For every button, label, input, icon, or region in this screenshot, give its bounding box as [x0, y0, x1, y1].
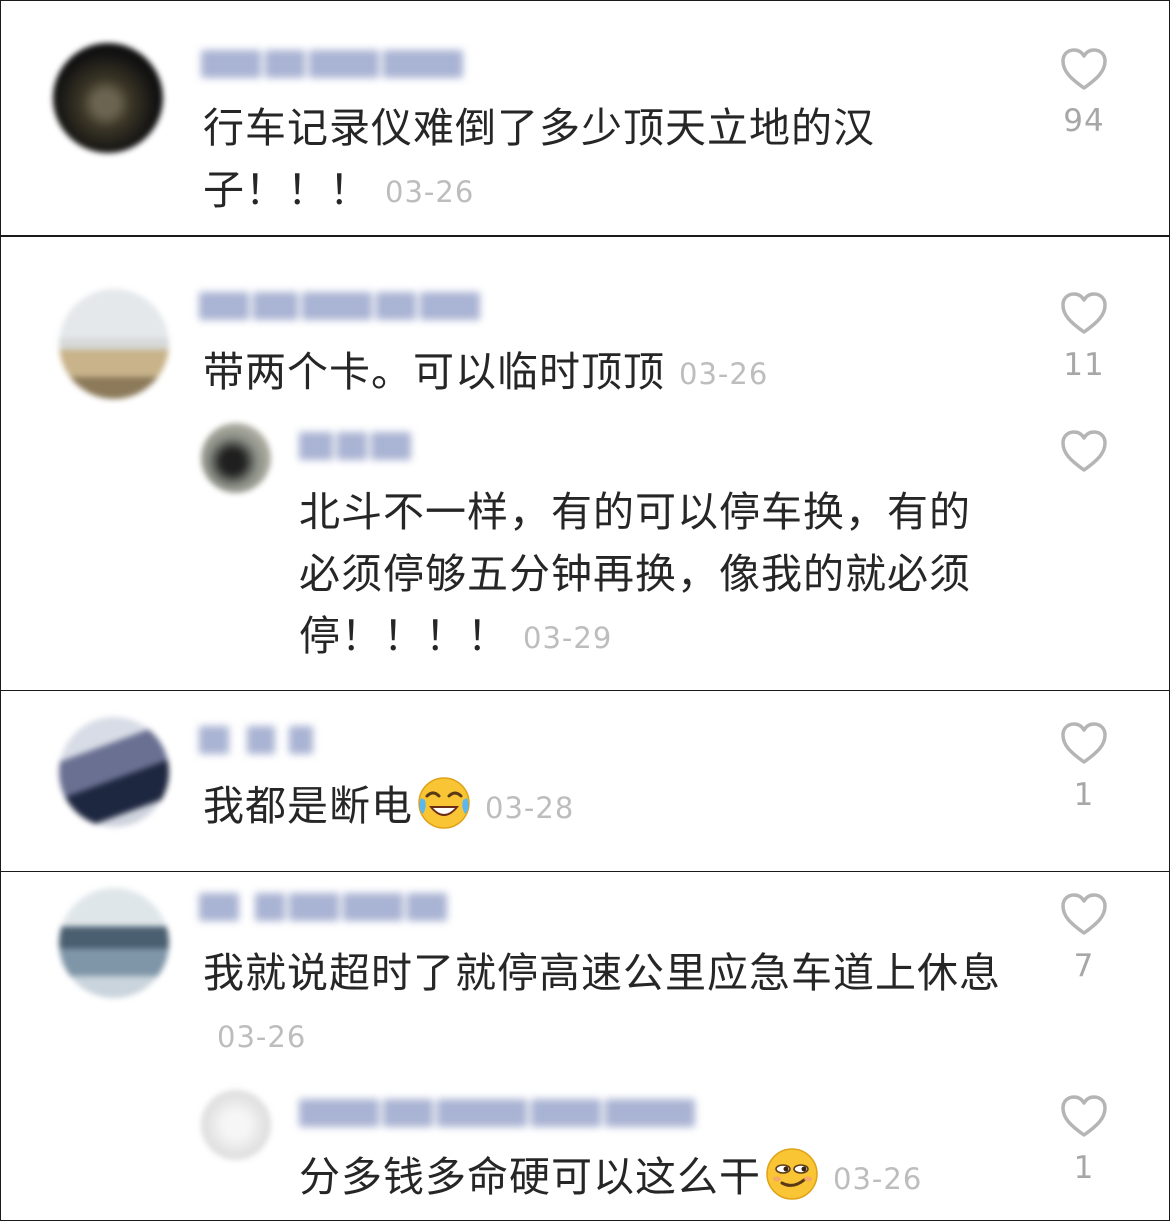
comment-card: 行车记录仪难倒了多少顶天立地的汉子！！！ 03-26 94 — [0, 0, 1170, 236]
like-button[interactable]: 7 — [1054, 892, 1114, 984]
comment-date: 03-26 — [385, 175, 475, 209]
username-blurred[interactable] — [299, 1094, 703, 1132]
avatar[interactable] — [53, 43, 163, 153]
comment-text-block: 我都是断电 03-28 — [203, 775, 983, 839]
comment-date: 03-28 — [485, 791, 575, 825]
username-blurred[interactable] — [199, 888, 461, 926]
reply-date: 03-26 — [833, 1162, 923, 1196]
heart-icon — [1061, 1095, 1107, 1137]
heart-icon — [1061, 893, 1107, 935]
comment-text: 行车记录仪难倒了多少顶天立地的汉子！！！ — [203, 104, 875, 214]
comment-text: 我都是断电 — [203, 782, 413, 830]
heart-icon — [1061, 430, 1107, 472]
like-button[interactable]: 11 — [1054, 291, 1114, 383]
like-count: 11 — [1063, 347, 1105, 383]
reply-text-block: 北斗不一样，有的可以停车换，有的必须停够五分钟再换，像我的就必须停！！！！ 03-… — [299, 481, 1011, 669]
like-count: 7 — [1073, 948, 1095, 984]
comment-text: 带两个卡。可以临时顶顶 — [203, 348, 665, 396]
reply-text: 北斗不一样，有的可以停车换，有的必须停够五分钟再换，像我的就必须停！！！！ — [299, 488, 971, 660]
comment-text-block: 带两个卡。可以临时顶顶 03-26 — [203, 341, 983, 405]
comment-text-block: 我就说超时了就停高速公里应急车道上休息 03-26 — [203, 942, 1003, 1068]
comment-date: 03-26 — [217, 1020, 307, 1054]
smirk-emoji — [766, 1148, 818, 1200]
reply-date: 03-29 — [523, 621, 613, 655]
comment-card: 我就说超时了就停高速公里应急车道上休息 03-26 7 分多钱多命硬可以这么干 0… — [0, 871, 1170, 1221]
reply-text: 分多钱多命硬可以这么干 — [299, 1153, 761, 1201]
heart-icon — [1061, 722, 1107, 764]
reply-text-block: 分多钱多命硬可以这么干 03-26 — [299, 1146, 1011, 1210]
heart-icon — [1061, 292, 1107, 334]
like-button[interactable]: 1 — [1054, 721, 1114, 813]
like-count: 1 — [1073, 1150, 1095, 1186]
like-button[interactable]: 94 — [1054, 47, 1114, 139]
comment-card: 我都是断电 03-28 1 — [0, 690, 1170, 872]
avatar[interactable] — [59, 888, 169, 998]
comment-text-block: 行车记录仪难倒了多少顶天立地的汉子！！！ 03-26 — [203, 97, 983, 223]
comment-text: 我就说超时了就停高速公里应急车道上休息 — [203, 949, 1001, 997]
comment-date: 03-26 — [679, 357, 769, 391]
comment-card: 带两个卡。可以临时顶顶 03-26 11 北斗不一样，有的可以停车换，有的必须停够… — [0, 236, 1170, 691]
username-blurred[interactable] — [199, 721, 329, 759]
avatar[interactable] — [59, 717, 169, 827]
avatar[interactable] — [201, 423, 271, 493]
username-blurred[interactable] — [199, 287, 511, 325]
like-count: 1 — [1073, 777, 1095, 813]
heart-icon — [1061, 48, 1107, 90]
like-count: 94 — [1063, 103, 1105, 139]
like-button[interactable] — [1054, 429, 1114, 473]
username-blurred[interactable] — [299, 427, 429, 465]
avatar[interactable] — [201, 1090, 271, 1160]
like-button[interactable]: 1 — [1054, 1094, 1114, 1186]
username-blurred[interactable] — [201, 45, 481, 83]
avatar[interactable] — [59, 289, 169, 399]
laughing-crying-emoji — [418, 777, 470, 829]
